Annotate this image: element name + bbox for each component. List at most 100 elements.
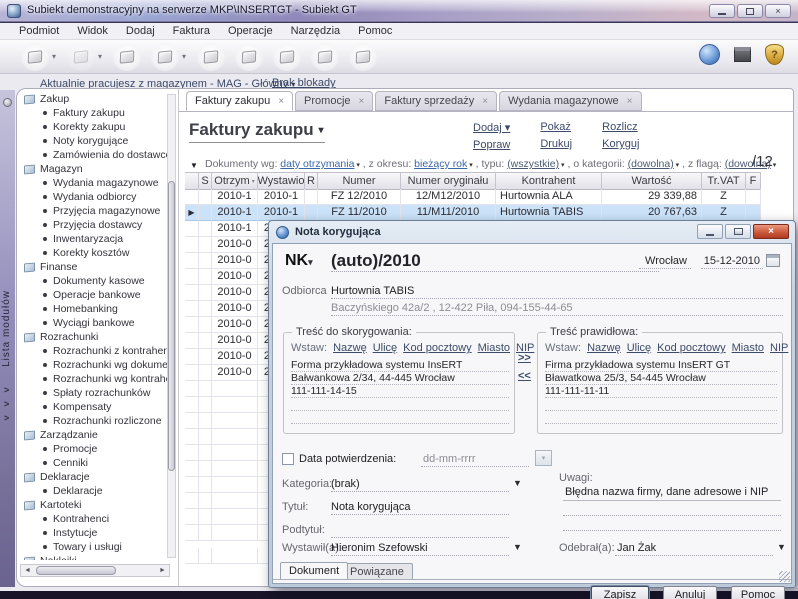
maximize-button[interactable] xyxy=(737,4,763,18)
correct-line-3[interactable]: 111-111-14-15 xyxy=(291,385,509,398)
tab-wydania-magazynowe[interactable]: Wydania magazynowe× xyxy=(499,91,641,111)
proper-line-4[interactable] xyxy=(545,398,777,411)
dialog-tab-dokument[interactable]: Dokument xyxy=(280,562,348,579)
tab-close-icon[interactable]: × xyxy=(359,96,365,107)
zapisz-button[interactable]: Zapisz xyxy=(591,586,649,599)
document-number-field[interactable]: (auto)/2010 xyxy=(331,251,421,271)
copy-right-button[interactable]: >> xyxy=(518,352,531,364)
subject-toolbar-button[interactable] xyxy=(113,43,141,71)
table-header-S[interactable]: S xyxy=(199,173,212,190)
open-document-toolbar-button[interactable] xyxy=(197,43,225,71)
sidebar-item-zamówienia-do-dostawcó[interactable]: Zamówienia do dostawcó xyxy=(17,148,167,162)
table-header-F[interactable]: F xyxy=(746,173,761,190)
table-row[interactable]: 2010-12010-1FZ 12/201012/M12/2010Hurtown… xyxy=(185,189,761,205)
sidebar-item-cenniki[interactable]: Cenniki xyxy=(17,456,167,470)
calendar-icon[interactable] xyxy=(766,254,780,267)
filter-dropdown-link[interactable]: bieżący rok xyxy=(414,158,467,170)
table-header-Otrzym[interactable]: Otrzym▾ xyxy=(212,173,258,190)
minimize-button[interactable] xyxy=(709,4,735,18)
tab-faktury-zakupu[interactable]: Faktury zakupu× xyxy=(186,91,293,111)
menu-item-dodaj[interactable]: Dodaj xyxy=(117,25,164,37)
scroll-left-icon[interactable]: ◄ xyxy=(21,565,34,576)
dropdown-arrow-icon[interactable]: ▾ xyxy=(52,52,56,61)
new-document-toolbar-button[interactable] xyxy=(151,43,179,71)
sidebar-item-wydania-magazynowe[interactable]: Wydania magazynowe xyxy=(17,176,167,190)
sidebar-vertical-scrollbar[interactable] xyxy=(167,94,176,558)
action-link-dodaj[interactable]: Dodaj ▾ xyxy=(473,121,510,134)
sidebar-item-promocje[interactable]: Promocje xyxy=(17,442,167,456)
uwagi-field[interactable]: Błędna nazwa firmy, dane adresowe i NIP xyxy=(565,486,768,498)
sidebar-item-kompensaty[interactable]: Kompensaty xyxy=(17,400,167,414)
module-list-rail[interactable]: Lista modułów > > > xyxy=(0,90,15,587)
pomoc-button[interactable]: Pomoc xyxy=(731,586,785,599)
menu-item-pomoc[interactable]: Pomoc xyxy=(349,25,401,37)
package-toolbar-button[interactable] xyxy=(235,43,263,71)
correct-line-2[interactable]: Bałwankowa 2/34, 44-445 Wrocław xyxy=(291,372,509,385)
table-header-R[interactable]: R xyxy=(305,173,318,190)
proper-line-5[interactable] xyxy=(545,411,777,424)
scroll-right-icon[interactable]: ► xyxy=(156,565,169,576)
tab-close-icon[interactable]: × xyxy=(278,96,284,107)
dialog-minimize-button[interactable] xyxy=(697,224,723,239)
menu-item-widok[interactable]: Widok xyxy=(68,25,117,37)
insert-link-nip[interactable]: NIP xyxy=(770,342,788,354)
menu-item-operacje[interactable]: Operacje xyxy=(219,25,282,37)
sidebar-item-rozrachunki-wg-dokumen[interactable]: Rozrachunki wg dokumen xyxy=(17,358,167,372)
action-link-koryguj[interactable]: Koryguj xyxy=(602,138,639,150)
dropdown-arrow-icon[interactable]: ▾ xyxy=(182,52,186,61)
sidebar-item-wydania-odbiorcy[interactable]: Wydania odbiorcy xyxy=(17,190,167,204)
shield-help-icon[interactable]: ? xyxy=(765,44,784,65)
report-toolbar-button[interactable] xyxy=(311,43,339,71)
menu-item-narzędzia[interactable]: Narzędzia xyxy=(282,25,350,37)
action-link-drukuj[interactable]: Drukuj xyxy=(540,138,572,150)
odebral-dropdown-icon[interactable]: ▼ xyxy=(777,542,786,552)
menu-item-faktura[interactable]: Faktura xyxy=(164,25,219,37)
sidebar-group-naklejki[interactable]: Naklejki xyxy=(17,554,167,560)
sidebar-item-korekty-zakupu[interactable]: Korekty zakupu xyxy=(17,120,167,134)
scrollbar-thumb[interactable] xyxy=(168,181,175,471)
proper-line-1[interactable]: Firma przykładowa systemu InsERT GT xyxy=(545,359,777,372)
cube-icon[interactable] xyxy=(734,47,751,62)
tab-promocje[interactable]: Promocje× xyxy=(295,91,373,111)
scrollbar-thumb[interactable] xyxy=(36,566,116,575)
place-field[interactable]: Wrocław xyxy=(645,255,687,267)
sidebar-item-spłaty-rozrachunków[interactable]: Spłaty rozrachunków xyxy=(17,386,167,400)
correct-line-4[interactable] xyxy=(291,398,509,411)
insert-link-miasto[interactable]: Miasto xyxy=(478,342,510,354)
table-header-Wystawio[interactable]: Wystawio xyxy=(258,173,305,190)
sidebar-item-kontrahenci[interactable]: Kontrahenci xyxy=(17,512,167,526)
sidebar-item-rozrachunki-rozliczone[interactable]: Rozrachunki rozliczone xyxy=(17,414,167,428)
sidebar-group-kartoteki[interactable]: Kartoteki xyxy=(17,498,167,512)
table-row[interactable]: ▶2010-12010-1FZ 11/201011/M11/2010Hurtow… xyxy=(185,205,761,221)
insert-link-kod-pocztowy[interactable]: Kod pocztowy xyxy=(657,342,725,354)
confirm-date-input[interactable]: dd-mm-rrrr xyxy=(423,453,476,465)
tab-faktury-sprzedaży[interactable]: Faktury sprzedaży× xyxy=(375,91,497,111)
insert-link-ulicę[interactable]: Ulicę xyxy=(373,342,397,354)
insert-link-nazwę[interactable]: Nazwę xyxy=(587,342,621,354)
document-symbol-dropdown[interactable]: NK▾ xyxy=(285,252,313,270)
recipient-name-field[interactable]: Hurtownia TABIS xyxy=(331,285,414,297)
mail-toolbar-button[interactable] xyxy=(21,43,49,71)
sidebar-item-wyciągi-bankowe[interactable]: Wyciągi bankowe xyxy=(17,316,167,330)
dropdown-arrow-icon[interactable]: ▾ xyxy=(98,52,102,61)
proper-line-2[interactable]: Bławatkowa 25/3, 54-445 Wrocław xyxy=(545,372,777,385)
action-link-popraw[interactable]: Popraw xyxy=(473,139,510,151)
tab-close-icon[interactable]: × xyxy=(482,96,488,107)
table-header-cell[interactable] xyxy=(185,173,199,190)
insert-link-ulicę[interactable]: Ulicę xyxy=(627,342,651,354)
sidebar-item-korekty-kosztów[interactable]: Korekty kosztów xyxy=(17,246,167,260)
wystawil-field[interactable]: Hieronim Szefowski xyxy=(331,542,428,554)
table-header-Tr.VAT[interactable]: Tr.VAT xyxy=(702,173,746,190)
action-link-pokaż[interactable]: Pokaż xyxy=(540,121,572,133)
proper-line-3[interactable]: 111-111-11-11 xyxy=(545,385,777,398)
anuluj-button[interactable]: Anuluj xyxy=(663,586,717,599)
confirm-date-dropdown-button[interactable]: ▾ xyxy=(535,450,552,466)
sidebar-group-zarządzanie[interactable]: Zarządzanie xyxy=(17,428,167,442)
sidebar-item-inwentaryzacja[interactable]: Inwentaryzacja xyxy=(17,232,167,246)
pin-icon[interactable] xyxy=(3,98,12,107)
sidebar-item-dokumenty-kasowe[interactable]: Dokumenty kasowe xyxy=(17,274,167,288)
globe-icon[interactable] xyxy=(699,44,720,65)
tytul-field[interactable]: Nota korygująca xyxy=(331,501,411,513)
sidebar-horizontal-scrollbar[interactable]: ◄ ► xyxy=(20,564,170,577)
menu-item-podmiot[interactable]: Podmiot xyxy=(10,25,68,37)
